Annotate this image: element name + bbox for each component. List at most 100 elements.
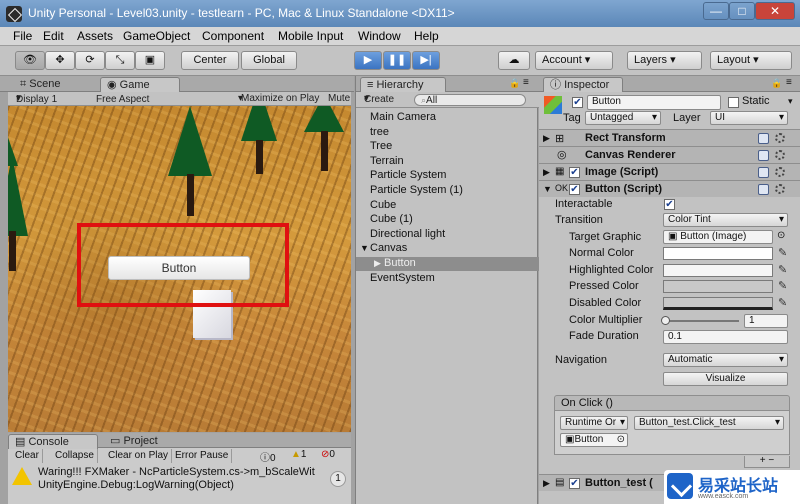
- warning-count[interactable]: ▲1: [291, 449, 306, 460]
- console-collapse-button[interactable]: Collapse: [52, 449, 98, 463]
- pause-button[interactable]: ❚❚: [383, 51, 411, 70]
- menu-window[interactable]: Window: [358, 29, 401, 43]
- hierarchy-search-input[interactable]: ⌕ All: [414, 94, 526, 106]
- tab-console[interactable]: ▤ Console: [8, 434, 98, 449]
- image-script-header[interactable]: ▶ ▦ ✔ Image (Script): [539, 163, 800, 180]
- info-count[interactable]: ⓘ0: [260, 449, 276, 464]
- space-global-toggle[interactable]: Global: [241, 51, 297, 70]
- transition-label: Transition: [555, 214, 603, 226]
- menu-help[interactable]: Help: [414, 29, 439, 43]
- object-picker-icon[interactable]: ⊙: [777, 230, 785, 241]
- color-multiplier-field[interactable]: 1: [744, 314, 788, 328]
- hierarchy-item[interactable]: Terrain: [370, 155, 404, 167]
- add-remove-listener-buttons[interactable]: + −: [744, 456, 790, 468]
- object-reference-field[interactable]: ▣Button ⊙: [560, 433, 628, 447]
- move-tool-icon[interactable]: ✥: [45, 51, 75, 70]
- function-dropdown[interactable]: Button_test.Click_test ▾: [634, 416, 784, 430]
- hierarchy-item[interactable]: Particle System: [370, 169, 446, 181]
- static-dropdown-arrow[interactable]: ▾: [788, 96, 793, 107]
- menu-edit[interactable]: Edit: [43, 29, 64, 43]
- panel-menu-icon[interactable]: ≡: [786, 77, 792, 88]
- button-component-icon: OK: [555, 183, 569, 193]
- console-clear-on-play-button[interactable]: Clear on Play: [105, 449, 173, 463]
- child-arrow-icon[interactable]: ▶: [374, 258, 381, 269]
- transition-dropdown[interactable]: Color Tint ▾: [663, 213, 788, 227]
- lock-icon[interactable]: 🔒: [509, 78, 520, 89]
- console-error-pause-button[interactable]: Error Pause: [172, 449, 233, 463]
- display-dropdown[interactable]: Display 1 ▾: [16, 93, 57, 105]
- rect-transform-header[interactable]: ▶ ⊞ Rect Transform: [539, 129, 800, 146]
- game-viewport[interactable]: Button: [8, 106, 351, 432]
- color-multiplier-slider-thumb[interactable]: [661, 316, 670, 325]
- menu-assets[interactable]: Assets: [77, 29, 113, 43]
- expand-arrow-icon[interactable]: ▼: [360, 243, 369, 253]
- disabled-color-swatch[interactable]: [663, 297, 773, 310]
- rect-tool-icon[interactable]: ▣: [135, 51, 165, 70]
- hierarchy-item[interactable]: tree: [370, 126, 389, 138]
- object-name-field[interactable]: Button: [587, 95, 721, 110]
- hierarchy-item-canvas[interactable]: Canvas: [370, 242, 407, 254]
- scale-tool-icon[interactable]: ⤡: [105, 51, 135, 70]
- static-checkbox[interactable]: [728, 97, 739, 108]
- highlighted-color-swatch[interactable]: [663, 264, 773, 277]
- eyedropper-icon[interactable]: ✎: [778, 247, 788, 259]
- cloud-button[interactable]: ☁: [498, 51, 530, 70]
- tab-project[interactable]: ▭ Project: [104, 434, 164, 449]
- canvas-renderer-header[interactable]: ◎ Canvas Renderer: [539, 146, 800, 163]
- menu-file[interactable]: File: [13, 29, 32, 43]
- hierarchy-item[interactable]: Cube (1): [370, 213, 413, 225]
- hierarchy-item[interactable]: EventSystem: [370, 272, 435, 284]
- tab-hierarchy[interactable]: ≡ Hierarchy: [360, 77, 446, 92]
- account-dropdown[interactable]: Account ▾: [535, 51, 613, 70]
- mute-toggle[interactable]: Mute: [328, 93, 350, 104]
- log-count-badge: 1: [330, 471, 346, 487]
- play-button[interactable]: ▶: [354, 51, 382, 70]
- layer-dropdown[interactable]: UI ▾: [710, 111, 788, 125]
- runtime-dropdown[interactable]: Runtime Or ▾: [560, 416, 628, 430]
- eyedropper-icon[interactable]: ✎: [778, 280, 788, 292]
- active-checkbox[interactable]: ✔: [572, 97, 583, 108]
- color-multiplier-slider-track[interactable]: [665, 320, 739, 322]
- minimize-button[interactable]: —: [703, 2, 729, 20]
- hierarchy-item[interactable]: Particle System (1): [370, 184, 463, 196]
- hierarchy-item[interactable]: Main Camera: [370, 111, 436, 123]
- view-tool-eye-icon[interactable]: 👁: [15, 51, 45, 70]
- tab-scene[interactable]: ⌗ Scene: [14, 77, 66, 92]
- hierarchy-item-button-selected[interactable]: Button: [384, 257, 416, 269]
- target-graphic-field[interactable]: ▣ Button (Image): [663, 230, 773, 244]
- console-log-line[interactable]: Waring!!! FXMaker - NcParticleSystem.cs-…: [38, 466, 343, 478]
- interactable-checkbox[interactable]: ✔: [664, 199, 675, 210]
- tag-dropdown[interactable]: Untagged ▾: [585, 111, 661, 125]
- step-button[interactable]: ▶|: [412, 51, 440, 70]
- hierarchy-item[interactable]: Cube: [370, 199, 396, 211]
- visualize-button[interactable]: Visualize: [663, 372, 788, 386]
- close-button[interactable]: ✕: [755, 2, 795, 20]
- fade-duration-field[interactable]: 0.1: [663, 330, 788, 344]
- layers-dropdown[interactable]: Layers ▾: [627, 51, 702, 70]
- eyedropper-icon[interactable]: ✎: [778, 297, 788, 309]
- error-count[interactable]: ⊘0: [321, 449, 335, 460]
- lock-icon[interactable]: 🔒: [771, 78, 782, 89]
- button-script-header[interactable]: ▼ OK ✔ Button (Script): [539, 180, 800, 197]
- hierarchy-item[interactable]: Tree: [370, 140, 392, 152]
- normal-color-swatch[interactable]: [663, 247, 773, 260]
- navigation-dropdown[interactable]: Automatic ▾: [663, 353, 788, 367]
- panel-menu-icon[interactable]: ≡: [523, 77, 529, 88]
- eyedropper-icon[interactable]: ✎: [778, 264, 788, 276]
- tab-game[interactable]: ◉ Game: [100, 77, 180, 92]
- layout-dropdown[interactable]: Layout ▾: [710, 51, 792, 70]
- hierarchy-item[interactable]: Directional light: [370, 228, 445, 240]
- pressed-color-swatch[interactable]: [663, 280, 773, 293]
- console-clear-button[interactable]: Clear: [12, 449, 43, 463]
- rotate-tool-icon[interactable]: ⟳: [75, 51, 105, 70]
- inspector-panel: ⓘ Inspector 🔒 ≡ ✔ Button Static ▾ Tag Un…: [539, 76, 800, 504]
- pivot-center-toggle[interactable]: Center: [181, 51, 239, 70]
- maximize-on-play-toggle[interactable]: Maximize on Play: [241, 93, 319, 104]
- create-dropdown[interactable]: Create ▾: [364, 93, 394, 105]
- tab-inspector[interactable]: ⓘ Inspector: [543, 77, 623, 92]
- menu-component[interactable]: Component: [202, 29, 264, 43]
- menu-gameobject[interactable]: GameObject: [123, 29, 190, 43]
- maximize-button[interactable]: □: [729, 2, 755, 20]
- menu-mobile-input[interactable]: Mobile Input: [278, 29, 343, 43]
- layer-label: Layer: [673, 112, 701, 124]
